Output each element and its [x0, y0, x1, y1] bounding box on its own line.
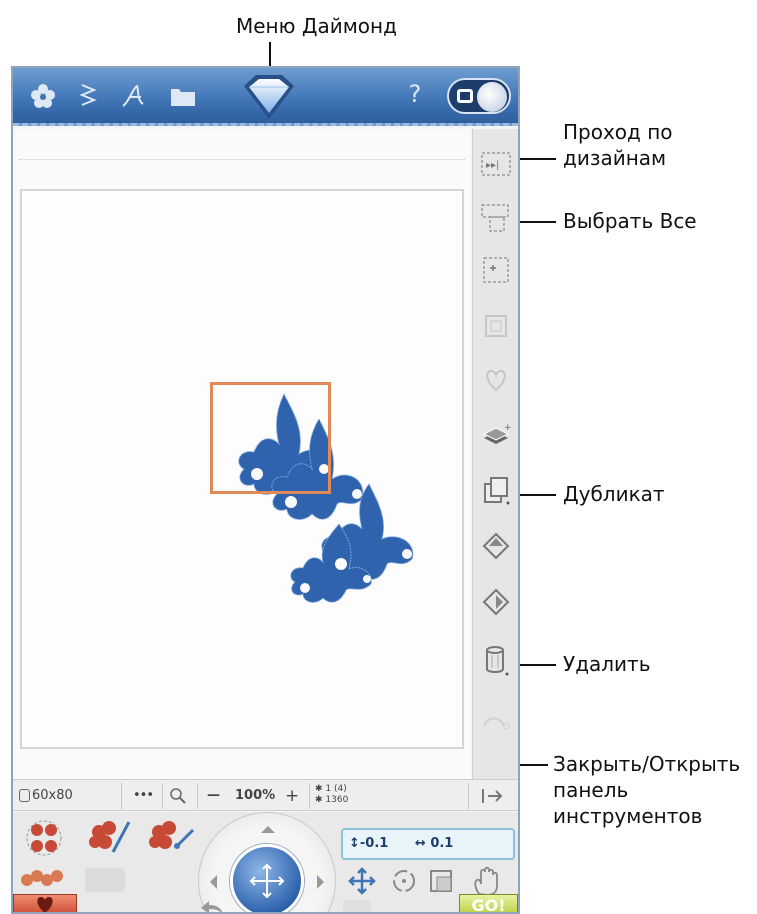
status-divider — [468, 783, 469, 809]
design-walk-callout-1: Проход по — [563, 120, 673, 144]
heart-shape-icon — [479, 363, 513, 397]
hoop-icon — [19, 789, 30, 802]
undo-icon[interactable] — [197, 898, 227, 912]
hoop-size[interactable]: 60x80 — [19, 784, 119, 808]
mirror-horizontal-button[interactable] — [479, 585, 513, 619]
design-edit-icon[interactable] — [83, 816, 133, 860]
diamond-menu-icon[interactable] — [236, 72, 302, 122]
horizontal-arrow-icon: ↔ — [414, 836, 426, 851]
stitch-count: 1360 — [325, 795, 349, 805]
stitch-count-icon: ✱ — [315, 795, 323, 805]
arrow-up-icon[interactable] — [261, 819, 275, 833]
font-icon[interactable] — [119, 80, 151, 112]
go-button[interactable]: GO! — [459, 894, 518, 912]
layers-icon[interactable]: + — [479, 419, 513, 453]
folder-icon[interactable] — [167, 80, 199, 112]
design-tool-icon-1[interactable] — [21, 816, 67, 860]
close-open-leader — [516, 764, 548, 766]
top-toolbar: ? — [13, 68, 518, 126]
help-icon[interactable]: ? — [400, 80, 430, 112]
disabled-tool-icon — [85, 868, 125, 892]
sewing-mode-icon — [457, 89, 473, 103]
grid-line — [19, 159, 465, 160]
design-count: 1 (4) — [325, 784, 347, 794]
zoom-level: 100% — [235, 788, 276, 803]
svg-text:▸▸|: ▸▸| — [486, 160, 499, 171]
status-bar: 60x80 ••• — 100% + ✱ 1 (4) ✱ 1360 — [13, 779, 518, 811]
close-open-callout-2: панель — [553, 778, 629, 802]
status-divider — [162, 783, 163, 809]
design-color-icon[interactable] — [143, 816, 197, 860]
move-icon[interactable] — [347, 866, 377, 896]
redo-icon — [343, 900, 371, 912]
toolbar-toggle-button[interactable] — [479, 784, 509, 808]
hoop-size-value: 60x80 — [32, 788, 73, 803]
machine-screen: ? ▸▸| + 60x80 ••• — 100% + ✱ 1 (4) ✱ 136… — [11, 66, 520, 914]
design-walk-button[interactable]: ▸▸| — [479, 147, 513, 181]
design-count-icon: ✱ — [315, 784, 323, 794]
disabled-tool-icon — [479, 703, 513, 737]
close-open-callout-1: Закрыть/Открыть — [553, 752, 741, 776]
select-box-button[interactable] — [479, 253, 513, 287]
flower-icon[interactable] — [27, 80, 59, 112]
duplicate-callout: Дубликат — [563, 482, 665, 506]
move-center-button[interactable] — [230, 844, 304, 912]
bottom-panel: ↕-0.1 ↔ 0.1 GO! — [13, 812, 518, 912]
vertical-offset: -0.1 — [359, 836, 389, 851]
status-divider — [121, 783, 122, 809]
mode-toggle-icon[interactable] — [447, 78, 511, 114]
delete-button[interactable] — [479, 643, 513, 677]
zoom-out-button[interactable]: — — [207, 784, 231, 808]
vertical-arrow-icon: ↕ — [349, 836, 360, 851]
duplicate-leader — [520, 494, 556, 496]
diamond-menu-callout: Меню Даймонд — [236, 14, 397, 38]
zoom-in-button[interactable]: + — [285, 784, 305, 808]
status-divider — [197, 783, 198, 809]
arrow-right-icon[interactable] — [317, 875, 331, 889]
magnifier-icon[interactable] — [169, 784, 191, 808]
design-walk-callout-2: дизайнам — [563, 146, 667, 170]
mirror-vertical-button[interactable] — [479, 529, 513, 563]
select-all-callout: Выбрать Все — [563, 209, 697, 233]
position-readout: ↕-0.1 ↔ 0.1 — [341, 828, 515, 860]
scale-icon[interactable] — [427, 866, 457, 896]
embroidery-work-area[interactable] — [13, 129, 471, 779]
design-info: ✱ 1 (4) ✱ 1360 — [315, 784, 425, 808]
multiple-designs-icon[interactable] — [17, 864, 69, 894]
more-options-button[interactable]: ••• — [133, 784, 159, 808]
stitch-icon[interactable] — [73, 80, 105, 112]
design-walk-leader — [520, 158, 556, 160]
arrow-left-icon[interactable] — [203, 875, 217, 889]
embroidery-mode-knob — [477, 82, 507, 112]
group-icon — [479, 309, 513, 343]
status-divider — [309, 783, 310, 809]
delete-leader — [520, 664, 556, 666]
select-all-button[interactable] — [479, 201, 513, 235]
selection-frame[interactable] — [210, 382, 331, 494]
select-all-leader — [520, 221, 556, 223]
pan-hand-icon[interactable] — [469, 864, 503, 898]
horizontal-offset: 0.1 — [430, 836, 454, 851]
favorite-button[interactable] — [13, 894, 77, 912]
duplicate-button[interactable] — [479, 473, 513, 507]
delete-callout: Удалить — [563, 652, 651, 676]
svg-text:+: + — [504, 423, 512, 433]
close-open-callout-3: инструментов — [553, 804, 703, 828]
tool-sidebar: ▸▸| + — [472, 129, 518, 779]
rotate-icon[interactable] — [389, 866, 419, 896]
